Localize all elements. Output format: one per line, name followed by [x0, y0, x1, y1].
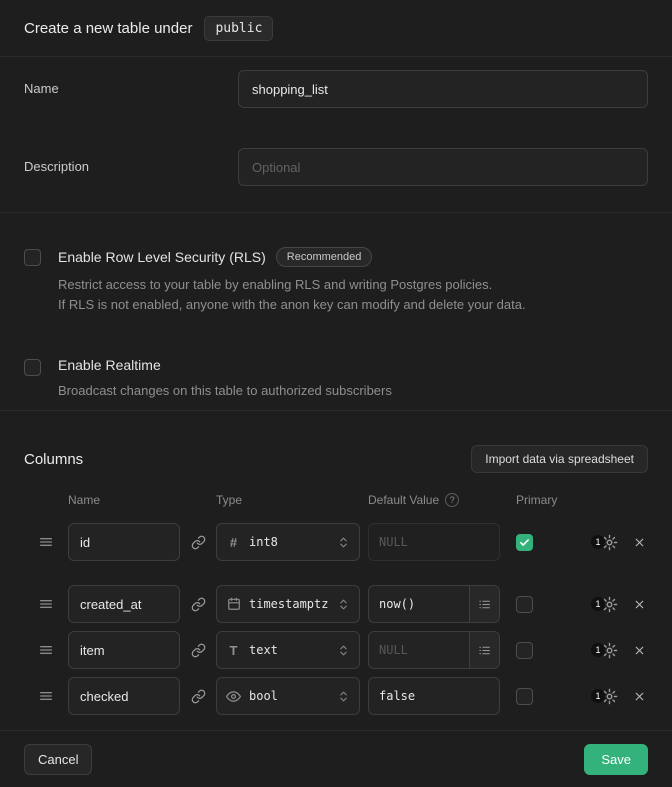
- modal-header: Create a new table under public: [0, 0, 672, 57]
- column-name-input[interactable]: [68, 631, 180, 669]
- remove-column-button[interactable]: [633, 598, 646, 611]
- default-value-input[interactable]: [369, 632, 469, 668]
- column-row: bool 1: [24, 677, 648, 715]
- columns-section: Columns Import data via spreadsheet Name…: [0, 411, 672, 730]
- drag-handle-icon[interactable]: [24, 688, 68, 704]
- default-value-field: [368, 523, 500, 561]
- realtime-help: Broadcast changes on this table to autho…: [58, 381, 392, 401]
- suggested-values-list-icon[interactable]: [469, 586, 499, 622]
- chevron-updown-icon: [337, 690, 350, 703]
- foreign-key-link-icon[interactable]: [180, 643, 216, 658]
- description-label: Description: [24, 148, 238, 174]
- column-name-input[interactable]: [68, 677, 180, 715]
- table-meta-section: Name Description: [0, 57, 672, 213]
- chevron-updown-icon: [337, 644, 350, 657]
- column-name-input[interactable]: [68, 523, 180, 561]
- column-type-select[interactable]: bool: [216, 677, 360, 715]
- help-icon[interactable]: ?: [445, 493, 459, 507]
- toggles-section: Enable Row Level Security (RLS) Recommen…: [0, 213, 672, 411]
- columns-title: Columns: [24, 451, 83, 468]
- column-type-select[interactable]: timestamptz: [216, 585, 360, 623]
- column-type-select[interactable]: T text: [216, 631, 360, 669]
- remove-column-button[interactable]: [633, 536, 646, 549]
- table-description-input[interactable]: [238, 148, 648, 186]
- chevron-updown-icon: [337, 598, 350, 611]
- schema-badge: public: [204, 16, 273, 41]
- rls-text: Enable Row Level Security (RLS) Recommen…: [58, 247, 526, 315]
- chevron-updown-icon: [337, 536, 350, 549]
- realtime-label: Enable Realtime: [58, 357, 161, 373]
- primary-checkbox[interactable]: [516, 642, 533, 659]
- rls-checkbox[interactable]: [24, 249, 41, 266]
- rls-toggle-block: Enable Row Level Security (RLS) Recommen…: [24, 247, 648, 315]
- close-icon: [633, 644, 646, 657]
- column-name-input[interactable]: [68, 585, 180, 623]
- default-value-input: [369, 524, 499, 560]
- header-primary: Primary: [516, 493, 557, 507]
- import-spreadsheet-button[interactable]: Import data via spreadsheet: [471, 445, 648, 473]
- name-label: Name: [24, 70, 238, 96]
- column-type-label: text: [249, 643, 329, 657]
- default-value-field: [368, 585, 500, 623]
- hash-icon: #: [226, 535, 241, 550]
- modal-title: Create a new table under: [24, 20, 192, 37]
- check-icon: [519, 537, 530, 548]
- column-settings-button[interactable]: 1: [591, 534, 618, 551]
- column-row: timestamptz 1: [24, 585, 648, 623]
- column-type-label: int8: [249, 535, 329, 549]
- save-button[interactable]: Save: [584, 744, 648, 775]
- realtime-text: Enable Realtime Broadcast changes on thi…: [58, 357, 392, 401]
- foreign-key-link-icon[interactable]: [180, 535, 216, 550]
- default-value-field: [368, 677, 500, 715]
- settings-count-badge: 1: [591, 535, 605, 549]
- column-type-label: timestamptz: [249, 597, 329, 611]
- drag-handle-icon[interactable]: [24, 596, 68, 612]
- table-name-input[interactable]: [238, 70, 648, 108]
- close-icon: [633, 536, 646, 549]
- primary-checkbox[interactable]: [516, 596, 533, 613]
- rls-label: Enable Row Level Security (RLS): [58, 249, 266, 265]
- column-row: T text 1: [24, 631, 648, 669]
- remove-column-button[interactable]: [633, 690, 646, 703]
- suggested-values-list-icon[interactable]: [469, 632, 499, 668]
- settings-count-badge: 1: [591, 643, 605, 657]
- eye-icon: [226, 689, 241, 704]
- recommended-badge: Recommended: [276, 247, 373, 267]
- name-row: Name: [24, 70, 648, 108]
- realtime-checkbox[interactable]: [24, 359, 41, 376]
- header-type: Type: [216, 493, 360, 507]
- header-default: Default Value ?: [368, 493, 500, 507]
- rls-help: Restrict access to your table by enablin…: [58, 275, 526, 315]
- close-icon: [633, 598, 646, 611]
- realtime-toggle-block: Enable Realtime Broadcast changes on thi…: [24, 357, 648, 401]
- description-row: Description: [24, 148, 648, 186]
- default-value-input[interactable]: [369, 678, 499, 714]
- column-settings-button[interactable]: 1: [591, 596, 618, 613]
- cancel-button[interactable]: Cancel: [24, 744, 92, 775]
- columns-table-header: Name Type Default Value ? Primary: [24, 493, 648, 507]
- settings-count-badge: 1: [591, 597, 605, 611]
- column-type-select[interactable]: # int8: [216, 523, 360, 561]
- drag-handle-icon[interactable]: [24, 642, 68, 658]
- foreign-key-link-icon[interactable]: [180, 689, 216, 704]
- create-table-modal: Create a new table under public Name Des…: [0, 0, 672, 787]
- remove-column-button[interactable]: [633, 644, 646, 657]
- column-settings-button[interactable]: 1: [591, 642, 618, 659]
- default-value-input[interactable]: [369, 586, 469, 622]
- calendar-icon: [226, 597, 241, 611]
- modal-footer: Cancel Save: [0, 730, 672, 787]
- close-icon: [633, 690, 646, 703]
- text-type-icon: T: [226, 643, 241, 658]
- header-name: Name: [68, 493, 180, 507]
- default-value-field: [368, 631, 500, 669]
- column-type-label: bool: [249, 689, 329, 703]
- drag-handle-icon[interactable]: [24, 534, 68, 550]
- column-settings-button[interactable]: 1: [591, 688, 618, 705]
- foreign-key-link-icon[interactable]: [180, 597, 216, 612]
- primary-checkbox[interactable]: [516, 534, 533, 551]
- settings-count-badge: 1: [591, 689, 605, 703]
- primary-checkbox[interactable]: [516, 688, 533, 705]
- column-row: # int8 1: [24, 523, 648, 561]
